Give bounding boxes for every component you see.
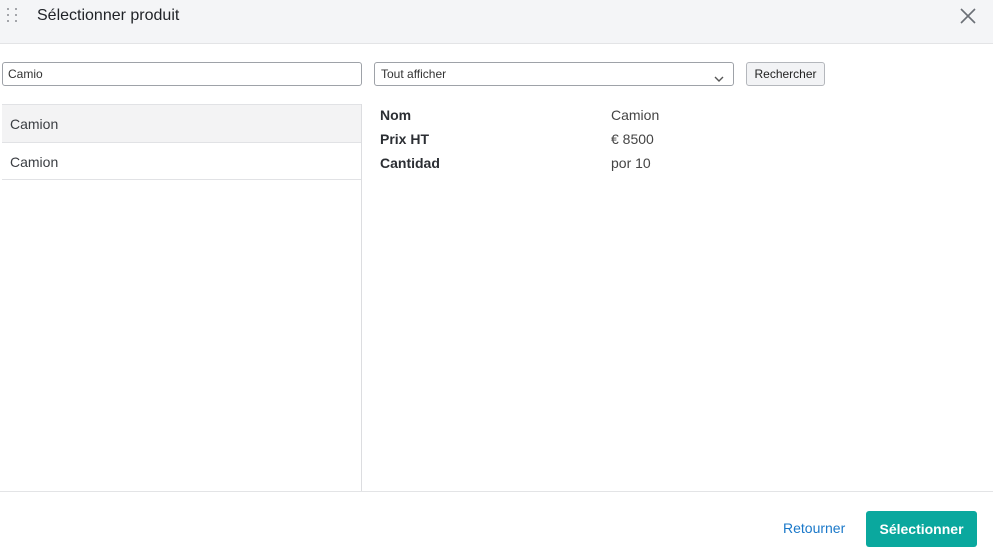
detail-value-quantity: por 10 [611,155,651,171]
detail-value-price: € 8500 [611,131,654,147]
chevron-down-icon [714,69,724,82]
filter-select[interactable]: Tout afficher [374,62,734,86]
detail-key-name: Nom [380,107,412,123]
detail-row: Cantidad por 10 [380,154,980,178]
dialog-title: Sélectionner produit [37,7,180,24]
product-details: Nom Camion Prix HT € 8500 Cantidad por 1… [380,106,980,178]
detail-row: Prix HT € 8500 [380,130,980,154]
close-icon[interactable] [958,6,978,26]
detail-value-name: Camion [611,107,660,123]
drag-handle-icon[interactable] [7,8,19,24]
list-item[interactable]: Camion [2,142,361,180]
detail-key-price: Prix HT [380,131,430,147]
back-link[interactable]: Retourner [783,520,845,536]
detail-row: Nom Camion [380,106,980,130]
list-item[interactable]: Camion [2,104,361,142]
search-input[interactable] [2,62,362,86]
dialog-footer: Retourner Sélectionner [0,491,993,556]
dialog-header: Sélectionner produit [0,0,993,44]
detail-key-quantity: Cantidad [380,155,440,171]
filter-select-value: Tout afficher [381,67,447,81]
results-list: Camion Camion [2,104,362,491]
select-button[interactable]: Sélectionner [866,511,977,547]
search-button[interactable]: Rechercher [746,62,825,86]
